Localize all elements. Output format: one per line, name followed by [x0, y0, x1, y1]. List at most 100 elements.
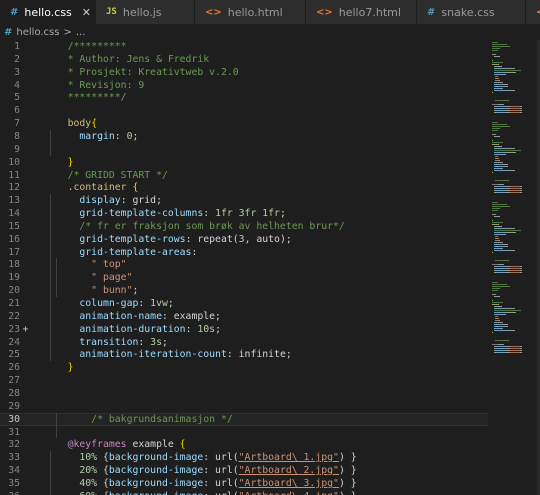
tab-hello-html[interactable]: <> hello.html — [195, 0, 306, 24]
code-line[interactable]: 33 10% {background-image: url("Artboard\… — [0, 451, 488, 464]
code-line[interactable]: 10 } — [0, 156, 488, 169]
code-line[interactable]: 23 + animation-duration: 10s; — [0, 323, 488, 336]
tab-hello7-html[interactable]: <> hello7.html — [306, 0, 417, 24]
line-number: 30 — [8, 413, 20, 425]
minimap-line — [505, 154, 506, 155]
minimap-line — [497, 226, 502, 227]
code-text: } — [44, 361, 74, 374]
minimap-line — [492, 302, 503, 303]
line-number: 20 — [8, 285, 20, 297]
code-line[interactable]: 30 /* bakgrundsanimasjon */ — [0, 412, 488, 426]
code-line[interactable]: 13 display: grid; — [0, 194, 488, 207]
minimap-line — [494, 100, 510, 101]
minimap-line — [520, 348, 522, 349]
code-token: /* bakgrundsanimasjon */ — [44, 413, 233, 425]
code-line[interactable]: 26 } — [0, 361, 488, 374]
code-line[interactable]: 5 *********/ — [0, 91, 488, 104]
breadcrumb-symbol[interactable]: ... — [76, 27, 86, 38]
close-icon[interactable]: ✕ — [82, 6, 91, 19]
css-file-icon: # — [427, 6, 436, 18]
code-token: /* GRIDD START */ — [44, 169, 168, 181]
indent-guide — [50, 194, 51, 362]
tab-hello6-html[interactable]: <>hello6.html — [526, 0, 540, 24]
code-token: 40% — [44, 477, 103, 489]
code-line[interactable]: 32 @keyframes example { — [0, 438, 488, 451]
minimap-line — [502, 162, 504, 163]
minimap-line — [493, 152, 505, 153]
minimap-line — [502, 324, 508, 325]
code-line[interactable]: 11 /* GRIDD START */ — [0, 169, 488, 182]
minimap[interactable] — [488, 40, 540, 495]
code-line[interactable]: 31 — [0, 426, 488, 439]
code-line[interactable]: 14 grid-template-columns: 1fr 3fr 1fr; — [0, 207, 488, 220]
minimap-line — [492, 222, 503, 223]
minimap-line — [493, 154, 505, 155]
code-line[interactable]: 7 body{ — [0, 117, 488, 130]
code-editor[interactable]: 1 /********* 2 * Author: Jens & Fredrik 3 … — [0, 40, 488, 495]
add-comment-icon[interactable]: + — [21, 324, 30, 334]
code-line[interactable]: 3 * Prosjekt: Kreativtweb v.2.0 — [0, 66, 488, 79]
minimap-line — [502, 264, 504, 265]
code-line[interactable]: 12 .container { — [0, 181, 488, 194]
minimap-line — [492, 290, 499, 291]
code-token: 3s — [150, 336, 162, 348]
code-line[interactable]: 36 60% {background-image: url("Artboard\… — [0, 490, 488, 495]
minimap-line — [508, 90, 516, 91]
minimap-line — [507, 326, 509, 327]
code-line[interactable]: 34 20% {background-image: url("Artboard\… — [0, 464, 488, 477]
code-line[interactable]: 22 animation-name: example; — [0, 310, 488, 323]
code-line[interactable]: 35 40% {background-image: url("Artboard\… — [0, 477, 488, 490]
code-token: @keyframes — [44, 439, 133, 451]
code-line[interactable]: 6 — [0, 104, 488, 117]
minimap-line — [493, 314, 505, 315]
line-number: 5 — [14, 92, 20, 104]
minimap-line — [507, 166, 509, 167]
line-number: 33 — [8, 452, 20, 464]
code-token: .container — [44, 182, 133, 194]
code-line[interactable]: 15 /* fr er fraksjon som brøk av helhete… — [0, 220, 488, 233]
code-token: display — [44, 195, 121, 207]
code-line[interactable]: 29 — [0, 400, 488, 413]
code-line[interactable]: 18 " top" — [0, 258, 488, 271]
code-token: background-image — [109, 491, 203, 495]
code-line[interactable]: 4 * Revisjon: 9 — [0, 79, 488, 92]
tab-hello-js[interactable]: JS hello.js — [96, 0, 195, 24]
code-line[interactable]: 1 /********* — [0, 40, 488, 53]
code-line[interactable]: 8 margin: 0; — [0, 130, 488, 143]
code-token: " page" — [44, 272, 133, 284]
code-line[interactable]: 17 grid-template-areas: — [0, 246, 488, 259]
minimap-line — [494, 238, 499, 239]
code-line[interactable]: 2 * Author: Jens & Fredrik — [0, 53, 488, 66]
breadcrumb-file[interactable]: hello.css — [16, 27, 59, 38]
minimap-line — [492, 288, 501, 289]
code-line[interactable]: 21 column-gap: 1vw; — [0, 297, 488, 310]
code-line[interactable]: 28 — [0, 387, 488, 400]
code-line[interactable]: 16 grid-template-rows: repeat(3, auto); — [0, 233, 488, 246]
tab-snake-css[interactable]: # snake.css — [417, 0, 526, 24]
css-file-icon: # — [4, 26, 13, 38]
code-line[interactable]: 20 " bunn"; — [0, 284, 488, 297]
minimap-line — [494, 318, 499, 319]
minimap-line — [507, 308, 514, 309]
minimap-line — [509, 352, 520, 353]
code-token: : — [138, 298, 151, 309]
code-line[interactable]: 24 transition: 3s; — [0, 336, 488, 349]
code-line[interactable]: 9 — [0, 143, 488, 156]
code-text: grid-template-areas: — [44, 246, 197, 259]
code-token: 60% — [44, 491, 103, 495]
code-line[interactable]: 25 animation-iteration-count: infinite; — [0, 348, 488, 361]
tab-hello-css[interactable]: # hello.css ✕ — [0, 0, 96, 24]
code-line[interactable]: 19 " page" — [0, 271, 488, 284]
minimap-line — [510, 72, 516, 73]
minimap-line — [493, 70, 521, 71]
code-line[interactable]: 27 — [0, 374, 488, 387]
minimap-line — [509, 350, 520, 351]
minimap-line — [496, 190, 506, 191]
minimap-line — [494, 54, 496, 55]
minimap-line — [493, 308, 507, 309]
minimap-line — [502, 344, 504, 345]
code-token: ) — [338, 452, 351, 464]
code-token: : — [185, 323, 198, 335]
code-token: : — [203, 208, 216, 220]
minimap-line — [492, 44, 507, 45]
